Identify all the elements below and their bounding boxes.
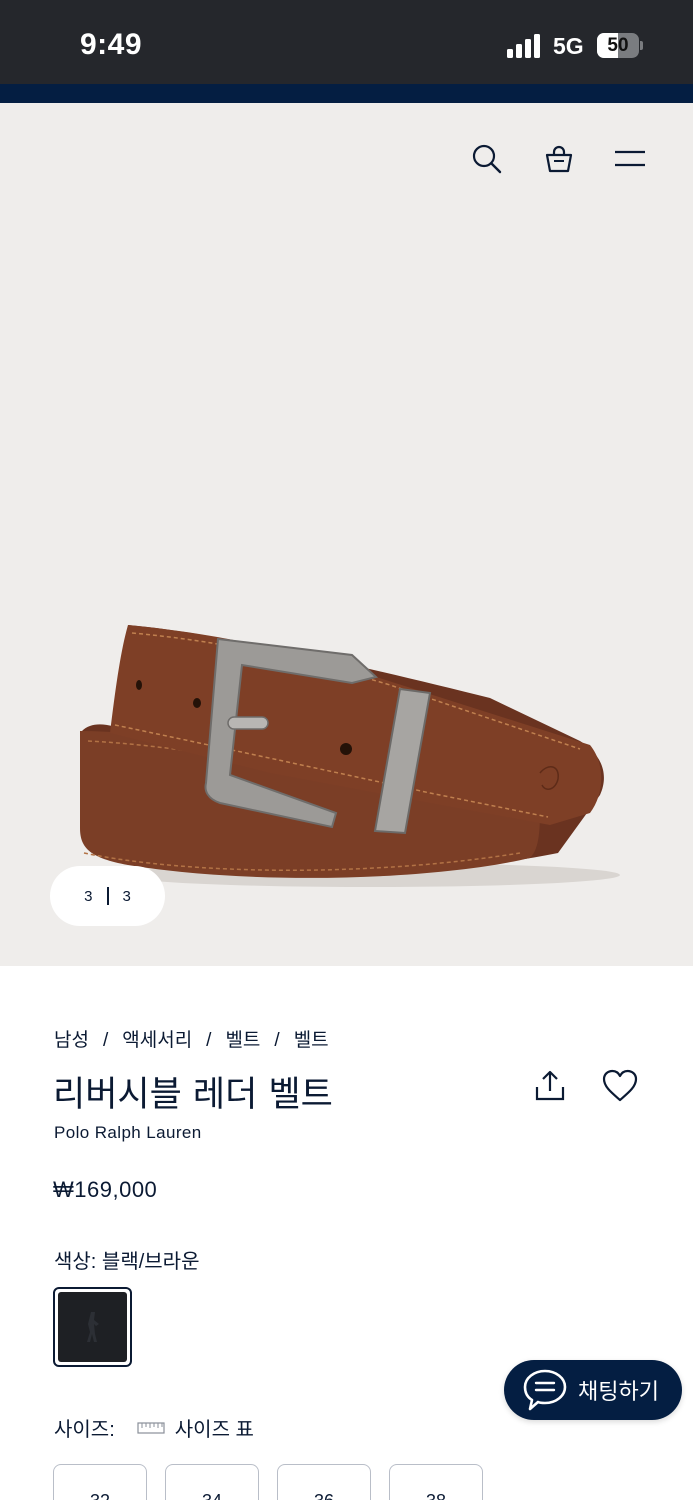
belt-image [80,625,620,887]
battery-level: 50 [607,35,629,56]
chat-bubble-icon [523,1369,567,1411]
menu-icon[interactable] [610,139,650,179]
search-icon[interactable] [467,139,507,179]
product-brand[interactable]: Polo Ralph Lauren [54,1123,202,1143]
chat-button[interactable]: 채팅하기 [504,1360,682,1420]
size-label: 사이즈: [54,1419,115,1441]
pager-total: 3 [122,887,131,905]
gallery-pager: 3 3 [50,866,165,926]
chat-label: 채팅하기 [578,1379,659,1404]
size-chart-link[interactable]: 사이즈 표 [137,1413,254,1442]
pager-divider [106,887,109,905]
battery-icon: 50 [597,33,643,58]
product-price: ₩169,000 [53,1177,158,1202]
ruler-icon [137,1421,165,1434]
pager-current: 3 [84,887,93,905]
product-title: 리버시블 레더 벨트 [53,1075,333,1115]
wishlist-heart-icon[interactable] [600,1066,640,1106]
network-type: 5G [553,33,584,59]
color-label: 색상: 블랙/브라운 [54,1251,200,1273]
size-option-36[interactable]: 36 [277,1464,371,1500]
swatch-fill [58,1292,127,1362]
share-icon[interactable] [530,1066,570,1106]
size-option-38[interactable]: 38 [389,1464,483,1500]
breadcrumb-item-belts-current[interactable]: 벨트 [294,1030,329,1051]
top-navy-bar [0,84,693,103]
status-time: 9:49 [80,28,143,61]
shopping-bag-icon[interactable] [539,139,579,179]
signal-icon [507,34,543,58]
size-chart-label: 사이즈 표 [174,1419,254,1441]
size-row: 사이즈: 사이즈 표 [54,1413,254,1442]
breadcrumb: 남성 / 액세서리 / 벨트 / 벨트 [54,1030,329,1051]
color-swatch-black-brown[interactable] [53,1287,132,1367]
polo-logo-icon [86,1312,99,1342]
breadcrumb-item-men[interactable]: 남성 [54,1030,89,1051]
breadcrumb-item-accessories[interactable]: 액세서리 [122,1030,192,1051]
status-bar: 9:49 5G 50 [0,0,693,84]
product-image-gallery[interactable]: 3 3 [0,103,693,966]
size-option-32[interactable]: 32 [53,1464,147,1500]
size-option-34[interactable]: 34 [165,1464,259,1500]
breadcrumb-item-belts[interactable]: 벨트 [225,1030,260,1051]
